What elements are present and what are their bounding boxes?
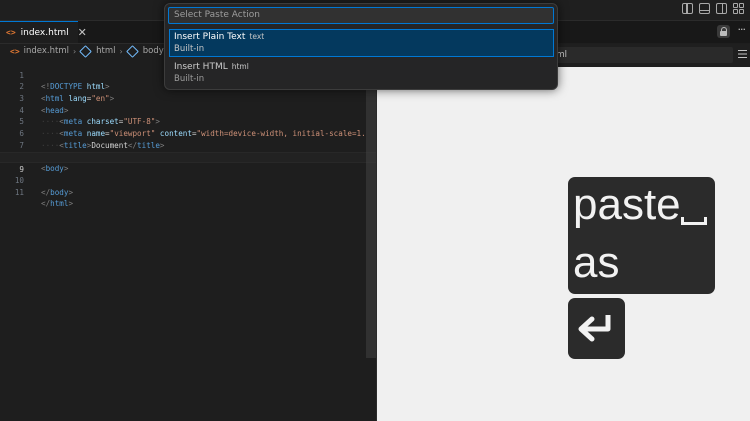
code-line: 5 ····<meta name="viewport" content="wid… — [0, 105, 376, 138]
line-number: 11 — [14, 187, 24, 197]
element-symbol-icon — [79, 44, 93, 58]
close-icon[interactable]: ✕ — [78, 26, 87, 39]
keycap-enter — [568, 298, 625, 359]
toggle-panel-icon[interactable] — [699, 3, 710, 14]
menu-icon[interactable] — [738, 50, 747, 58]
code-line: 8 <body> — [0, 140, 376, 174]
line-content: </html> — [41, 199, 74, 209]
toggle-secondary-sidebar-icon[interactable] — [716, 3, 727, 14]
keycap-paste-as: paste as — [568, 177, 715, 294]
code-line: 6 ····<title>Document</title> — [0, 116, 376, 150]
code-line: 11 </html> — [0, 175, 376, 209]
code-line: 10 </body> — [0, 163, 376, 197]
more-actions-icon[interactable]: ··· — [738, 23, 746, 36]
code-line: 4 ····<meta charset="UTF-8"> — [0, 93, 376, 127]
layout-controls — [682, 3, 744, 14]
item-description: html — [231, 62, 249, 71]
lock-icon[interactable] — [717, 25, 730, 38]
tab-index-html[interactable]: <> index.html ✕ — [0, 21, 87, 43]
chevron-right-icon: › — [119, 46, 123, 56]
quick-pick-item-html[interactable]: Insert HTML html Built-in — [169, 59, 554, 87]
keycap-word: as — [573, 238, 620, 287]
item-description: text — [249, 32, 265, 41]
breadcrumb-file[interactable]: index.html — [24, 46, 69, 56]
html-file-icon: <> — [10, 46, 20, 56]
enter-return-icon — [578, 315, 611, 342]
item-detail: Built-in — [174, 74, 205, 84]
editor-scrollbar[interactable] — [366, 58, 376, 358]
vscode-window: <> index.html ✕ <> index.html › html › b… — [0, 0, 750, 421]
preview-content: paste as — [377, 67, 750, 421]
breadcrumb-html[interactable]: html — [96, 46, 115, 56]
line-content: </body> — [41, 187, 74, 197]
space-symbol-icon — [681, 217, 707, 225]
quick-pick-input[interactable]: Select Paste Action — [168, 7, 554, 24]
item-label: Insert Plain Text text — [174, 32, 265, 42]
code-line: 7 </head> — [0, 128, 376, 162]
breadcrumb-body[interactable]: body — [143, 46, 164, 56]
html-file-icon: <> — [6, 28, 16, 37]
keycap-word: paste — [573, 180, 681, 229]
paste-action-quick-pick: Select Paste Action Insert Plain Text tex… — [164, 3, 558, 90]
toggle-primary-sidebar-icon[interactable] — [682, 3, 693, 14]
code-line-current: 9 — [0, 151, 376, 174]
quick-pick-item-plain-text[interactable]: Insert Plain Text text Built-in — [169, 29, 554, 57]
chevron-right-icon: › — [72, 46, 77, 56]
item-detail: Built-in — [174, 44, 205, 54]
item-label: Insert HTML html — [174, 62, 249, 72]
tab-label: index.html — [20, 27, 69, 38]
element-symbol-icon — [125, 44, 139, 58]
customize-layout-icon[interactable] — [733, 3, 744, 14]
code-editor[interactable]: 1 <!DOCTYPE html> 2 <html lang="en"> 3 <… — [0, 58, 376, 421]
